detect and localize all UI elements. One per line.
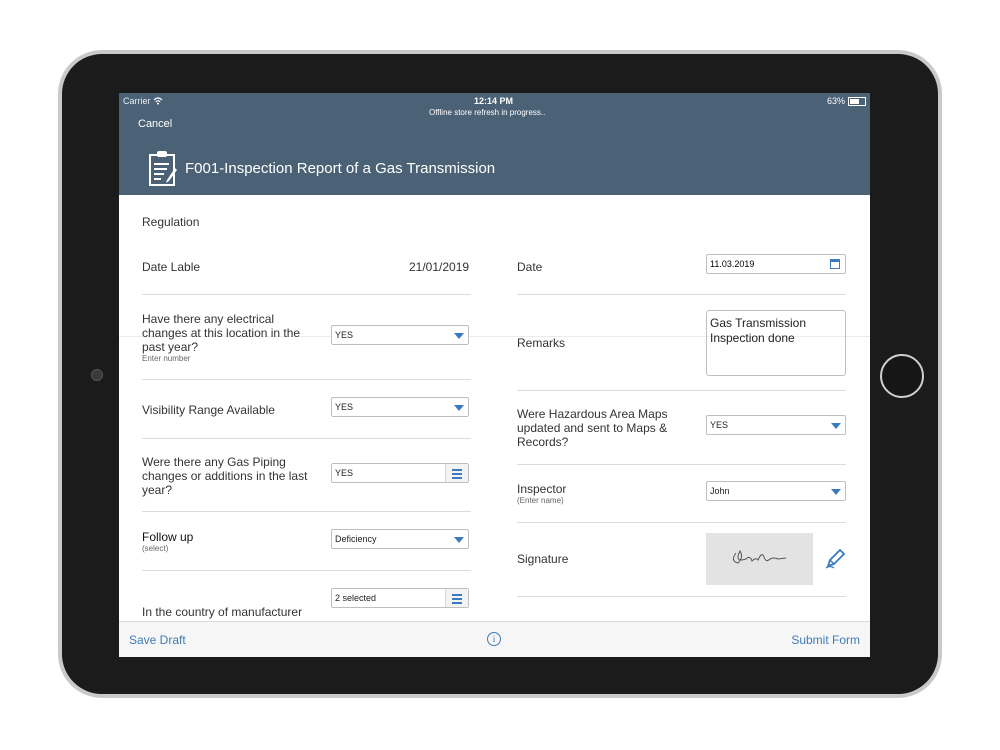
date-label: Date Lable <box>142 260 201 274</box>
battery-icon <box>848 96 866 106</box>
dropdown-caret-icon <box>454 333 464 339</box>
date-field-value: 11.03.2019 <box>710 259 755 269</box>
divider <box>142 511 471 512</box>
inspector-value: John <box>710 486 730 496</box>
signature-pad[interactable] <box>706 533 813 585</box>
inspector-label: Inspector <box>517 482 567 496</box>
hazardous-maps-label: Were Hazardous Area Maps updated and sen… <box>517 407 668 449</box>
divider <box>142 438 471 439</box>
dropdown-caret-icon <box>831 423 841 429</box>
calendar-icon[interactable] <box>830 259 840 269</box>
country-select[interactable]: 2 selected <box>331 588 469 608</box>
dropdown-caret-icon <box>454 537 464 543</box>
remarks-label: Remarks <box>517 336 566 350</box>
follow-up-select[interactable]: Deficiency <box>331 529 469 549</box>
status-carrier: Carrier <box>123 96 163 106</box>
divider <box>142 379 471 380</box>
follow-up-value: Deficiency <box>335 534 377 544</box>
visibility-label: Visibility Range Available <box>142 403 275 417</box>
bottom-toolbar: Save Draft i Submit Form <box>119 621 870 657</box>
date-right-label: Date <box>517 260 543 274</box>
dropdown-caret-icon <box>831 489 841 495</box>
gas-piping-value: YES <box>335 468 354 478</box>
pen-icon[interactable] <box>824 548 846 570</box>
inspector-select[interactable]: John <box>706 481 846 501</box>
submit-form-button[interactable]: Submit Form <box>791 633 860 647</box>
divider <box>517 464 846 465</box>
page-title: F001-Inspection Report of a Gas Transmis… <box>185 160 496 177</box>
divider <box>517 390 846 391</box>
gas-piping-select[interactable]: YES <box>331 463 469 483</box>
list-icon <box>445 589 468 607</box>
electrical-changes-value: YES <box>335 330 354 340</box>
divider <box>142 294 471 295</box>
home-button[interactable] <box>880 354 924 398</box>
visibility-select[interactable]: YES <box>331 397 469 417</box>
hazardous-maps-select[interactable]: YES <box>706 415 846 435</box>
info-icon[interactable]: i <box>487 632 501 646</box>
electrical-changes-select[interactable]: YES <box>331 325 469 345</box>
electrical-changes-label: Have there any electrical changes at thi… <box>142 312 301 354</box>
country-label: In the country of manufacturer <box>142 605 303 619</box>
clipboard-icon <box>149 151 177 186</box>
dropdown-caret-icon <box>454 405 464 411</box>
status-time: 12:14 PM <box>474 96 514 106</box>
section-title: Regulation <box>142 215 200 229</box>
gas-piping-label: Were there any Gas Piping changes or add… <box>142 455 308 497</box>
divider <box>142 570 471 571</box>
country-value: 2 selected <box>335 593 377 603</box>
divider <box>517 294 846 295</box>
status-battery: 63% <box>827 96 866 106</box>
signature-image <box>732 550 787 564</box>
wifi-icon <box>153 97 163 105</box>
follow-up-label: Follow up <box>142 530 194 544</box>
signature-label: Signature <box>517 552 569 566</box>
date-value: 21/01/2019 <box>409 260 470 274</box>
top-bar: Carrier 12:14 PM Offline store refresh i… <box>119 93 870 195</box>
app-screen: Carrier 12:14 PM Offline store refresh i… <box>119 93 870 657</box>
visibility-value: YES <box>335 402 354 412</box>
list-icon <box>445 464 468 482</box>
inspector-hint: (Enter name) <box>517 496 564 505</box>
divider <box>517 596 846 597</box>
remarks-textarea[interactable]: Gas Transmission Inspection done <box>706 310 846 376</box>
date-field[interactable]: 11.03.2019 <box>706 254 846 274</box>
hazardous-maps-value: YES <box>710 420 729 430</box>
follow-up-hint: (select) <box>142 544 169 553</box>
electrical-changes-hint: Enter number <box>142 354 191 363</box>
cancel-button[interactable]: Cancel <box>138 118 172 130</box>
camera <box>91 369 103 381</box>
save-draft-button[interactable]: Save Draft <box>129 633 186 647</box>
divider <box>517 522 846 523</box>
status-message: Offline store refresh in progress.. <box>429 108 546 117</box>
